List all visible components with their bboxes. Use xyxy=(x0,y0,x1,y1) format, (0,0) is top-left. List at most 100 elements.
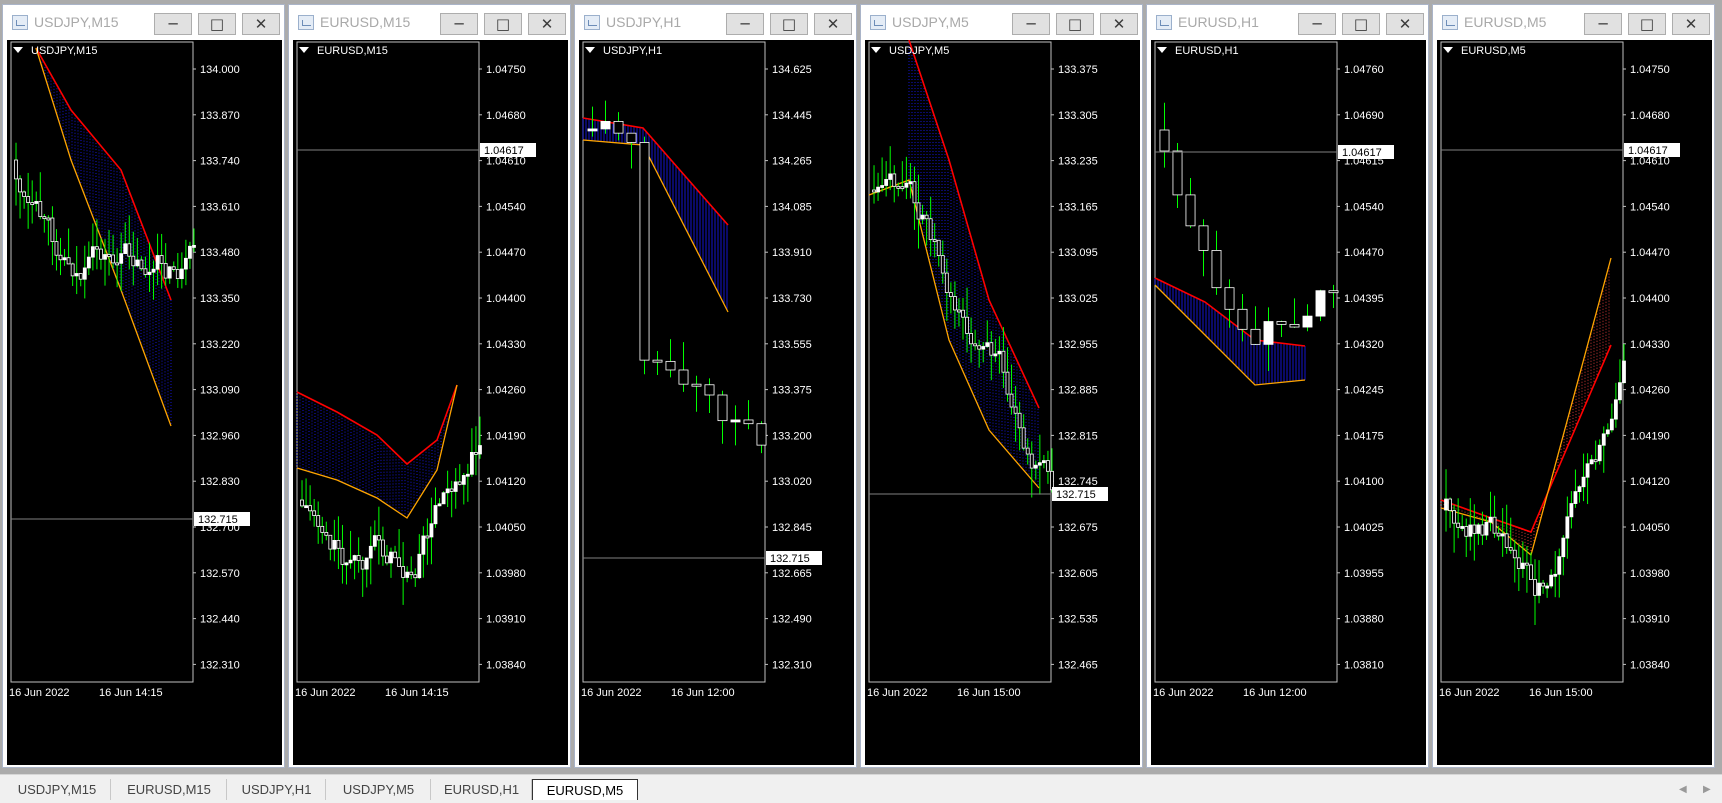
price-axis-label: 1.04190 xyxy=(486,430,526,442)
symbol-label[interactable]: USDJPY,H1 xyxy=(585,45,662,57)
candle-body xyxy=(155,255,160,270)
bid-price-label: 1.04617 xyxy=(484,145,524,157)
price-axis-label: 132.815 xyxy=(1058,430,1098,442)
window-titlebar[interactable]: USDJPY,M5 ─ □ ✕ xyxy=(861,5,1142,39)
tab-usdjpy-m15[interactable]: USDJPY,M15 xyxy=(4,779,111,800)
minimize-button[interactable]: ─ xyxy=(440,13,478,35)
candle-body xyxy=(429,523,434,538)
window-titlebar[interactable]: EURUSD,M5 ─ □ ✕ xyxy=(1433,5,1714,39)
candle-body xyxy=(1041,460,1046,464)
scroll-right-icon[interactable]: ▶ xyxy=(1703,784,1711,795)
candle-body xyxy=(151,268,156,273)
chart-window-icon xyxy=(870,15,886,30)
window-titlebar[interactable]: EURUSD,H1 ─ □ ✕ xyxy=(1147,5,1428,39)
candle-body xyxy=(1185,194,1196,227)
bid-price-label: 1.04617 xyxy=(1342,147,1382,159)
tab-usdjpy-m5[interactable]: USDJPY,M5 xyxy=(327,779,431,800)
minimize-button[interactable]: ─ xyxy=(154,13,192,35)
close-button[interactable]: ✕ xyxy=(814,13,852,35)
window-titlebar[interactable]: USDJPY,M15 ─ □ ✕ xyxy=(3,5,284,39)
close-button[interactable]: ✕ xyxy=(242,13,280,35)
close-button[interactable]: ✕ xyxy=(528,13,566,35)
candle-body xyxy=(425,535,430,539)
candle-body xyxy=(123,243,128,255)
maximize-button[interactable]: □ xyxy=(1056,13,1094,35)
chart-area[interactable]: 1.04750 1.04680 1.04610 1.04540 1.04470 1.044… xyxy=(1437,40,1712,765)
tab-eurusd-m15[interactable]: EURUSD,M15 xyxy=(112,779,227,800)
chart-area[interactable]: 133.375 133.305 133.235 133.165 133.095 133.0… xyxy=(865,40,1140,765)
close-icon: ✕ xyxy=(1684,15,1698,33)
candle-body xyxy=(892,173,897,187)
tab-eurusd-h1[interactable]: EURUSD,H1 xyxy=(432,779,532,800)
slow-ma-line xyxy=(1440,344,1612,534)
minimize-button[interactable]: ─ xyxy=(1012,13,1050,35)
symbol-label[interactable]: EURUSD,M5 xyxy=(1443,45,1526,57)
close-button[interactable]: ✕ xyxy=(1672,13,1710,35)
chart-area[interactable]: 134.625 134.445 134.265 134.085 133.910 133.7… xyxy=(579,40,854,765)
price-axis-label: 133.095 xyxy=(1058,247,1098,259)
candle-body xyxy=(78,273,83,280)
chart-area[interactable]: 1.04750 1.04680 1.04610 1.04540 1.04470 1.044… xyxy=(293,40,568,765)
candle-body xyxy=(888,173,893,180)
time-axis-label: 16 Jun 2022 xyxy=(1439,687,1500,699)
window-title: USDJPY,M15 xyxy=(34,14,119,30)
minimize-button[interactable]: ─ xyxy=(1298,13,1336,35)
price-axis-label: 134.625 xyxy=(772,64,812,76)
price-axis-label: 133.740 xyxy=(200,156,240,168)
symbol-label[interactable]: EURUSD,M15 xyxy=(299,45,388,57)
candle-body xyxy=(1046,460,1050,472)
candle-body xyxy=(717,394,728,422)
price-axis-label: 133.235 xyxy=(1058,156,1098,168)
symbol-label[interactable]: USDJPY,M5 xyxy=(871,45,949,57)
chart-window-eurusd-m5[interactable]: EURUSD,M5 ─ □ ✕ 1.04750 1.04680 1.04610 1.0… xyxy=(1432,4,1715,768)
chart-area[interactable]: 134.000 133.870 133.740 133.610 133.480 133.3… xyxy=(7,40,282,765)
maximize-button[interactable]: □ xyxy=(484,13,522,35)
chart-area[interactable]: 1.04760 1.04690 1.04615 1.04540 1.04470 1.043… xyxy=(1151,40,1426,765)
minimize-button[interactable]: ─ xyxy=(1584,13,1622,35)
candle-body xyxy=(1289,323,1300,328)
symbol-label[interactable]: EURUSD,H1 xyxy=(1157,45,1239,57)
candle-body xyxy=(304,505,308,509)
candle-body xyxy=(22,191,27,197)
window-titlebar[interactable]: USDJPY,H1 ─ □ ✕ xyxy=(575,5,856,39)
candle-body xyxy=(1593,459,1598,463)
symbol-label[interactable]: USDJPY,M15 xyxy=(13,45,97,57)
candle-body xyxy=(1508,547,1513,551)
maximize-button[interactable]: □ xyxy=(1342,13,1380,35)
candle-body xyxy=(1561,537,1566,558)
price-axis-label: 132.745 xyxy=(1058,476,1098,488)
candle-body xyxy=(14,159,18,180)
scroll-left-icon[interactable]: ◀ xyxy=(1679,784,1687,795)
close-button[interactable]: ✕ xyxy=(1100,13,1138,35)
chart-window-eurusd-m15[interactable]: EURUSD,M15 ─ □ ✕ 1.04750 1.04680 1.04610 1.… xyxy=(288,4,571,768)
candle-body xyxy=(900,186,905,190)
chart-canvas: 1.047601.046901.046151.045401.044701.043… xyxy=(1153,41,1394,699)
tab-eurusd-m5[interactable]: EURUSD,M5 xyxy=(532,779,638,800)
price-axis-label: 132.955 xyxy=(1058,339,1098,351)
price-axis-label: 1.03840 xyxy=(1630,659,1670,671)
minimize-button[interactable]: ─ xyxy=(726,13,764,35)
price-axis-label: 1.03810 xyxy=(1344,659,1384,671)
window-titlebar[interactable]: EURUSD,M15 ─ □ ✕ xyxy=(289,5,570,39)
chart-window-usdjpy-m15[interactable]: USDJPY,M15 ─ □ ✕ 134.000 133.870 133.740 13… xyxy=(2,4,285,768)
maximize-button[interactable]: □ xyxy=(198,13,236,35)
time-axis-label: 16 Jun 2022 xyxy=(867,687,928,699)
tab-usdjpy-h1[interactable]: USDJPY,H1 xyxy=(228,779,326,800)
close-button[interactable]: ✕ xyxy=(1386,13,1424,35)
plot-border xyxy=(1154,41,1338,683)
price-axis-label: 1.04610 xyxy=(1630,156,1670,168)
price-axis-label: 133.090 xyxy=(200,385,240,397)
symbol-label-text: EURUSD,M5 xyxy=(1461,45,1526,57)
chart-window-icon xyxy=(298,15,314,30)
time-axis-label: 16 Jun 15:00 xyxy=(1529,687,1593,699)
chart-window-eurusd-h1[interactable]: EURUSD,H1 ─ □ ✕ 1.04760 1.04690 1.04615 1.0… xyxy=(1146,4,1429,768)
candle-body xyxy=(1577,486,1582,493)
candle-body xyxy=(465,473,470,477)
chart-window-usdjpy-m5[interactable]: USDJPY,M5 ─ □ ✕ 133.375 133.305 133.235 133… xyxy=(860,4,1143,768)
candle-body xyxy=(1484,521,1489,536)
price-axis-label: 134.085 xyxy=(772,201,812,213)
maximize-button[interactable]: □ xyxy=(770,13,808,35)
chart-window-usdjpy-h1[interactable]: USDJPY,H1 ─ □ ✕ 134.625 134.445 134.265 134… xyxy=(574,4,857,768)
maximize-button[interactable]: □ xyxy=(1628,13,1666,35)
candle-body xyxy=(336,539,341,549)
